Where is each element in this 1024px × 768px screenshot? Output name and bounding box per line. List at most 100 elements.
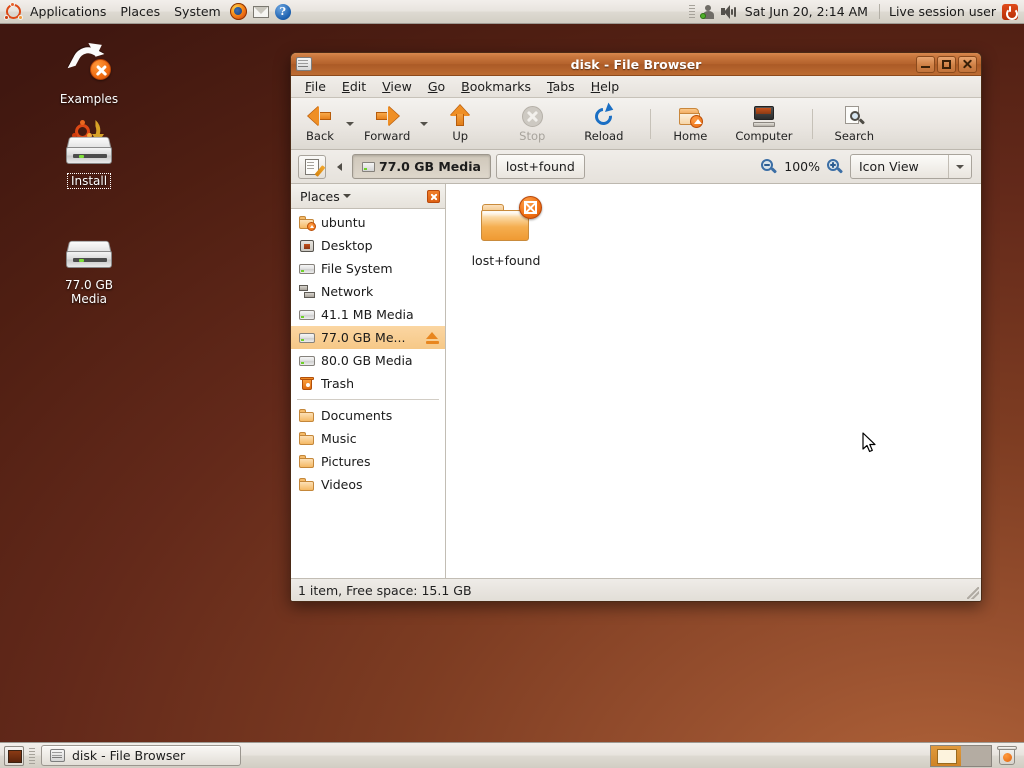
places-list: ubuntu Desktop File System Network 41.1 … bbox=[291, 209, 445, 578]
folder-icon bbox=[299, 431, 315, 446]
menu-system[interactable]: System bbox=[167, 0, 228, 24]
sidebar-item-desktop[interactable]: Desktop bbox=[291, 234, 445, 257]
back-button[interactable]: Back bbox=[297, 103, 343, 144]
menu-go[interactable]: Go bbox=[420, 76, 453, 98]
home-button[interactable]: Home bbox=[666, 104, 714, 144]
computer-button[interactable]: Computer bbox=[728, 104, 799, 144]
desktop-icon-label: Install bbox=[66, 173, 112, 189]
menu-edit[interactable]: Edit bbox=[334, 76, 374, 98]
eject-icon[interactable] bbox=[426, 331, 439, 344]
breadcrumb-77gb-media[interactable]: 77.0 GB Media bbox=[352, 154, 491, 179]
sidebar-item-77gb-media[interactable]: 77.0 GB Me... bbox=[291, 326, 445, 349]
network-icon[interactable] bbox=[699, 4, 716, 20]
file-item-label: lost+found bbox=[471, 253, 541, 268]
firefox-icon[interactable] bbox=[228, 1, 250, 23]
up-button-label: Up bbox=[452, 129, 469, 143]
sidebar-item-documents[interactable]: Documents bbox=[291, 404, 445, 427]
menu-bookmarks[interactable]: Bookmarks bbox=[453, 76, 539, 98]
search-icon bbox=[843, 105, 866, 127]
workspace-2[interactable] bbox=[961, 745, 991, 766]
minimize-button[interactable] bbox=[916, 55, 935, 73]
close-button[interactable] bbox=[958, 55, 977, 73]
forward-button-label: Forward bbox=[364, 129, 411, 143]
location-bar: 77.0 GB Media lost+found 100% Icon View bbox=[291, 150, 981, 184]
zoom-in-icon[interactable] bbox=[827, 158, 844, 175]
sidebar-item-music[interactable]: Music bbox=[291, 427, 445, 450]
sidebar-item-41mb-media[interactable]: 41.1 MB Media bbox=[291, 303, 445, 326]
install-drive-icon bbox=[44, 119, 134, 172]
zoom-controls: 100% Icon View bbox=[761, 154, 974, 179]
sidebar-header[interactable]: Places bbox=[291, 184, 445, 209]
desktop-icon-examples[interactable]: Examples bbox=[44, 37, 134, 106]
window-icon bbox=[296, 57, 312, 71]
forward-dropdown-button[interactable] bbox=[417, 105, 431, 143]
folder-icon bbox=[299, 408, 315, 423]
menu-edit-rest: dit bbox=[349, 78, 367, 94]
menu-places[interactable]: Places bbox=[113, 0, 167, 24]
maximize-button[interactable] bbox=[937, 55, 956, 73]
sidebar-item-file-system[interactable]: File System bbox=[291, 257, 445, 280]
clock[interactable]: Sat Jun 20, 2:14 AM bbox=[739, 4, 874, 19]
desktop-icon-label: 77.0 GB Media bbox=[64, 278, 114, 306]
trash-applet-icon[interactable] bbox=[996, 745, 1018, 767]
sidebar-item-pictures[interactable]: Pictures bbox=[291, 450, 445, 473]
reload-button-label: Reload bbox=[584, 128, 624, 143]
edit-location-icon[interactable] bbox=[298, 154, 326, 179]
user-menu[interactable]: Live session user bbox=[885, 4, 1000, 19]
bottom-panel-right bbox=[930, 744, 1020, 767]
sidebar-item-trash[interactable]: Trash bbox=[291, 372, 445, 395]
unreadable-emblem-icon bbox=[519, 196, 542, 219]
menu-file[interactable]: File bbox=[297, 76, 334, 98]
breadcrumb-scroll-left-button[interactable] bbox=[331, 155, 347, 179]
forward-button[interactable]: Forward bbox=[357, 103, 417, 144]
file-item-lost-found[interactable]: lost+found bbox=[460, 196, 552, 268]
sidebar-item-network[interactable]: Network bbox=[291, 280, 445, 303]
home-button-label: Home bbox=[673, 128, 708, 143]
reload-button[interactable]: Reload bbox=[577, 102, 630, 144]
power-icon[interactable] bbox=[1002, 3, 1018, 20]
sidebar-item-videos[interactable]: Videos bbox=[291, 473, 445, 496]
sidebar-item-80gb-media[interactable]: 80.0 GB Media bbox=[291, 349, 445, 372]
resize-grip[interactable] bbox=[967, 587, 979, 599]
toolbar-separator bbox=[811, 108, 813, 139]
workspace-switcher[interactable] bbox=[930, 744, 992, 767]
sidebar-item-label: 80.0 GB Media bbox=[321, 353, 413, 368]
menu-view[interactable]: View bbox=[374, 76, 420, 98]
up-button[interactable]: Up bbox=[437, 103, 483, 144]
workspace-1[interactable] bbox=[931, 745, 961, 766]
taskbar-item-disk-file-browser[interactable]: disk - File Browser bbox=[41, 745, 241, 766]
help-icon[interactable]: ? bbox=[272, 1, 294, 23]
ubuntu-logo-icon[interactable] bbox=[4, 2, 23, 20]
sidebar-item-label: 77.0 GB Me... bbox=[321, 330, 406, 345]
menu-applications[interactable]: Applications bbox=[23, 0, 113, 24]
show-desktop-icon[interactable] bbox=[4, 745, 24, 766]
forward-arrow-icon bbox=[375, 105, 400, 127]
menu-help[interactable]: Help bbox=[583, 76, 628, 98]
sidebar-item-ubuntu[interactable]: ubuntu bbox=[291, 211, 445, 234]
search-button[interactable]: Search bbox=[828, 103, 882, 144]
reload-icon bbox=[591, 102, 616, 128]
chevron-down-icon[interactable] bbox=[342, 194, 351, 198]
desktop-icon-install[interactable]: Install bbox=[44, 119, 134, 189]
examples-shortcut-icon bbox=[44, 37, 134, 90]
file-list-area[interactable]: lost+found bbox=[446, 184, 981, 578]
zoom-out-icon[interactable] bbox=[761, 158, 778, 175]
back-dropdown-button[interactable] bbox=[343, 105, 357, 143]
mail-icon[interactable] bbox=[250, 1, 272, 23]
up-arrow-icon bbox=[450, 105, 471, 127]
desktop-icon-77gb-media[interactable]: 77.0 GB Media bbox=[44, 228, 134, 306]
drive-icon bbox=[299, 331, 315, 345]
toolbar: Back Forward Up Stop Reload Home Compute bbox=[291, 98, 981, 150]
drive-icon bbox=[299, 262, 315, 276]
sidebar-item-label: Music bbox=[321, 431, 357, 446]
menu-tabs[interactable]: Tabs bbox=[539, 76, 583, 98]
breadcrumb-label: 77.0 GB Media bbox=[379, 159, 481, 174]
tasklist-grip bbox=[29, 747, 36, 764]
volume-icon[interactable] bbox=[720, 4, 737, 20]
taskbar-item-label: disk - File Browser bbox=[72, 748, 186, 763]
close-sidebar-icon[interactable] bbox=[427, 189, 440, 203]
mouse-cursor bbox=[862, 432, 878, 454]
view-mode-select[interactable]: Icon View bbox=[850, 154, 972, 179]
window-titlebar[interactable]: disk - File Browser bbox=[291, 53, 981, 76]
breadcrumb-lost-found[interactable]: lost+found bbox=[495, 154, 585, 179]
